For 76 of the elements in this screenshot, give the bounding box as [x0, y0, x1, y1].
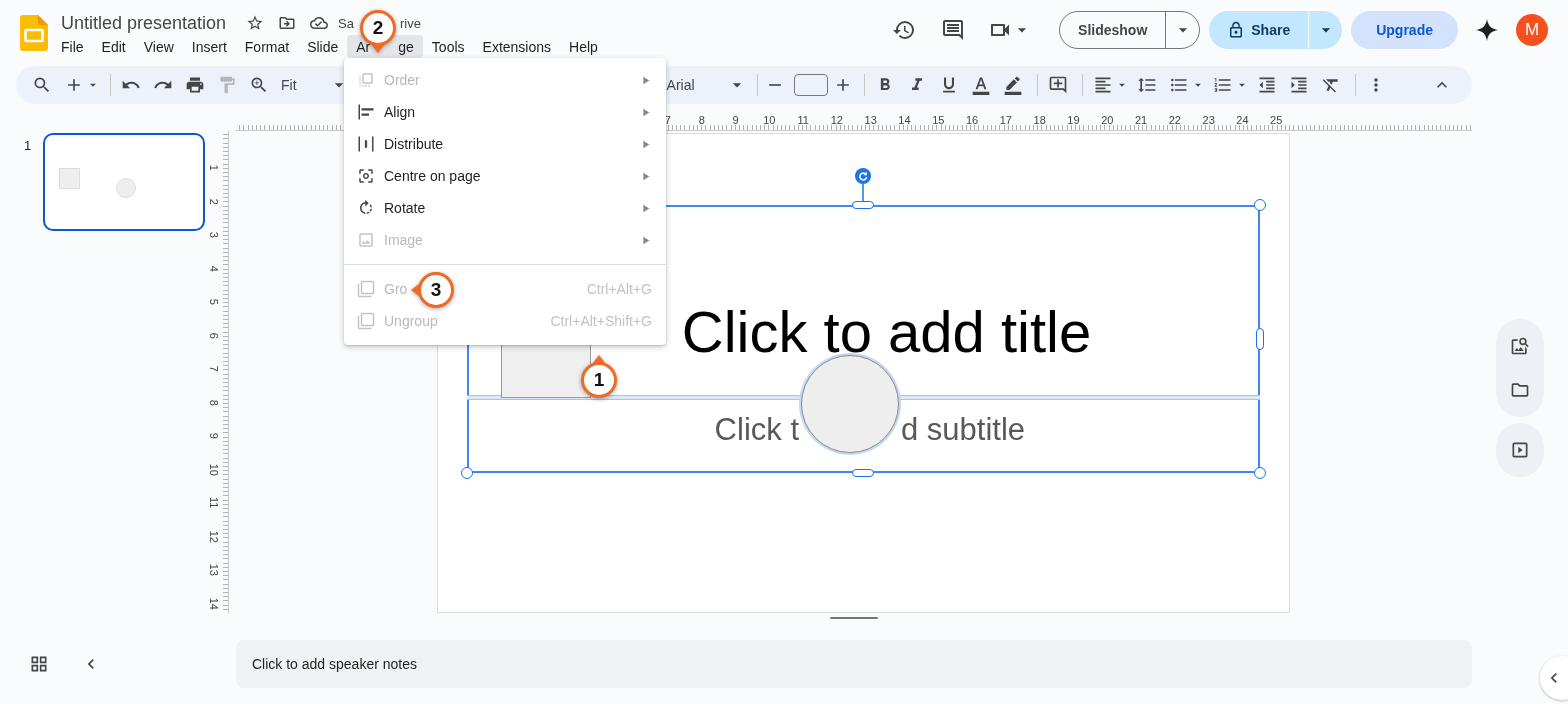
- shortcut: Ctrl+Alt+Shift+G: [550, 313, 652, 329]
- subtitle-placeholder[interactable]: Click t: [714, 410, 799, 450]
- copy-icon: [356, 279, 376, 299]
- resize-handle[interactable]: [1256, 328, 1264, 350]
- sparkle-icon[interactable]: [1475, 18, 1499, 42]
- ruler-number: 4: [207, 264, 221, 274]
- ruler-number: 16: [964, 114, 980, 126]
- ruler-number: 3: [207, 230, 221, 240]
- ruler-number: 10: [207, 462, 221, 478]
- ruler-number: 14: [207, 596, 221, 612]
- resize-handle[interactable]: [852, 469, 874, 477]
- document-title[interactable]: Untitled presentation: [61, 12, 227, 34]
- focus-icon: [356, 166, 376, 186]
- save-status: rive: [400, 15, 421, 31]
- menu-item[interactable]: Align: [384, 104, 416, 120]
- font-size-field[interactable]: [793, 74, 828, 96]
- ruler-number: 2: [207, 197, 221, 207]
- ruler-number: 14: [897, 114, 912, 126]
- ruler-number: 10: [762, 114, 777, 126]
- square-shape: [59, 168, 81, 189]
- ruler-number: 13: [207, 562, 221, 578]
- align-left-icon: [356, 102, 376, 122]
- menu-item[interactable]: View: [134, 35, 183, 58]
- layers-icon: [356, 70, 376, 90]
- ruler-number: 5: [207, 297, 221, 307]
- ruler-number: 9: [207, 431, 221, 441]
- circle-shape: [116, 178, 137, 198]
- menu-item[interactable]: Distribute: [384, 136, 444, 152]
- ruler-number: 1: [207, 163, 221, 173]
- font-select[interactable]: Arial: [662, 70, 699, 100]
- zoom-select[interactable]: Fit: [277, 70, 301, 100]
- menu-item[interactable]: Insert: [182, 35, 236, 58]
- menu-item[interactable]: Edit: [92, 35, 135, 58]
- ruler-number: 23: [1201, 114, 1216, 126]
- shortcut: Ctrl+Alt+G: [586, 281, 652, 297]
- ruler-number: 12: [207, 529, 221, 545]
- slide-number: 1: [24, 138, 32, 153]
- slide-thumbnail[interactable]: [43, 133, 205, 231]
- upgrade-button[interactable]: Upgrade: [1351, 11, 1458, 49]
- ruler-number: 24: [1235, 114, 1250, 126]
- speaker-notes-field[interactable]: Click to add speaker notes: [236, 640, 1472, 688]
- ruler-number: 11: [207, 496, 221, 511]
- ruler-number: 6: [207, 331, 221, 341]
- ruler-number: 12: [829, 114, 844, 126]
- image-icon: [356, 230, 376, 250]
- ruler-number: 22: [1167, 114, 1182, 126]
- ruler-number: 25: [1269, 114, 1284, 126]
- resize-handle[interactable]: [1254, 467, 1266, 479]
- title-placeholder[interactable]: Click to add title: [681, 296, 1092, 368]
- ruler-number: 15: [931, 114, 946, 126]
- ruler-number: 7: [207, 364, 221, 374]
- menu-item[interactable]: Rotate: [384, 200, 426, 216]
- distribute-icon: [356, 134, 376, 154]
- ruler-number: 9: [731, 114, 740, 126]
- ruler-number: 11: [796, 114, 810, 126]
- menu-item[interactable]: Help: [560, 35, 607, 58]
- subtitle-placeholder[interactable]: d subtitle: [901, 410, 1026, 450]
- ruler-number: 20: [1100, 114, 1115, 126]
- ruler-number: 21: [1133, 114, 1149, 126]
- ruler-number: 18: [1032, 114, 1047, 126]
- menu-item[interactable]: Tools: [422, 35, 474, 58]
- save-status: Sa: [338, 15, 354, 31]
- resize-handle[interactable]: [1254, 199, 1266, 211]
- ruler-number: 8: [207, 398, 221, 408]
- ruler-number: 17: [998, 114, 1013, 126]
- menu-item[interactable]: Slide: [298, 35, 348, 58]
- menu-item[interactable]: File: [52, 35, 93, 58]
- menu-item[interactable]: Extensions: [473, 35, 561, 58]
- resize-handle[interactable]: [852, 201, 874, 209]
- menu-item[interactable]: Centre on page: [384, 168, 481, 184]
- ruler-number: 8: [697, 114, 706, 126]
- ruler-number: 13: [863, 114, 878, 126]
- menu-item[interactable]: Format: [235, 35, 299, 58]
- resize-handle[interactable]: [461, 467, 473, 479]
- copy-icon: [356, 311, 376, 331]
- ruler-number: 19: [1066, 114, 1081, 126]
